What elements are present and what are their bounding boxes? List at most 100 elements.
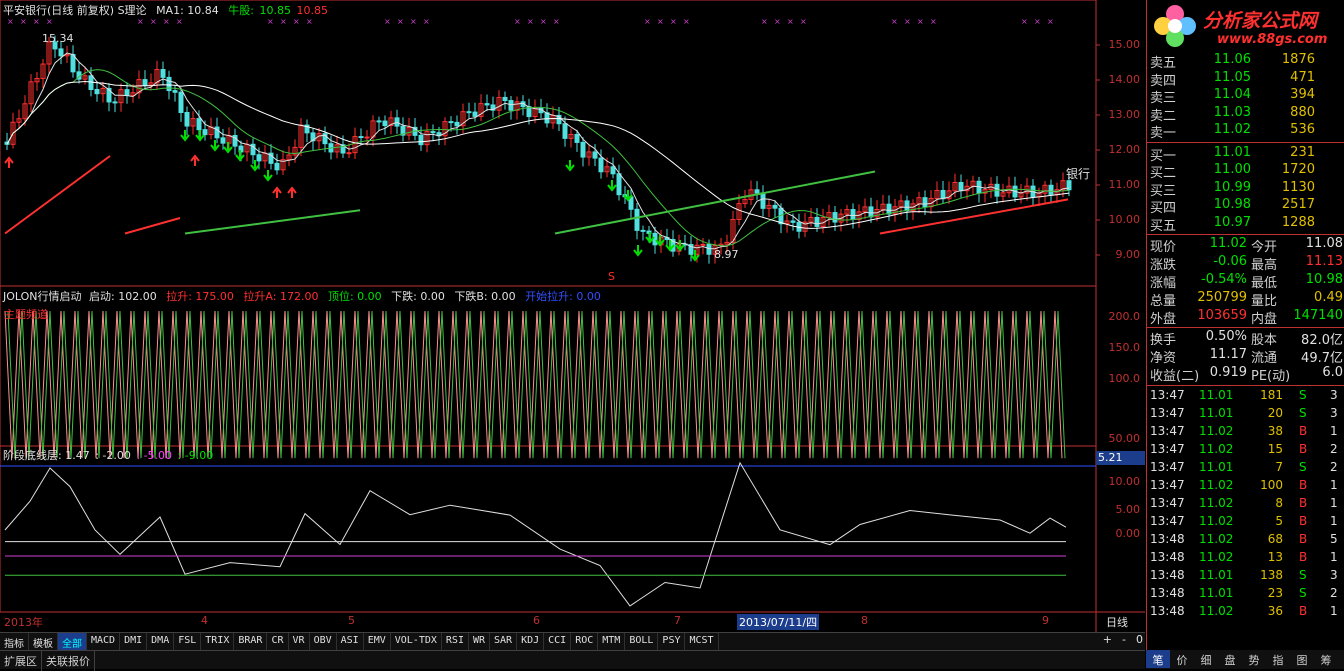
ask-level[interactable]: 卖四 11.05 471	[1147, 70, 1344, 89]
tab-wr[interactable]: WR	[469, 633, 491, 650]
candle-body	[652, 232, 658, 246]
stat-value: 103659	[1197, 308, 1247, 323]
tick-row[interactable]: 13:48 11.01 138 S 3	[1147, 568, 1344, 586]
quote-tab-0[interactable]: 笔	[1146, 650, 1170, 668]
ind2-axis-label: 10.00	[1108, 475, 1141, 488]
level-label: 卖二	[1150, 108, 1177, 124]
ind2-v2: : -2.00	[95, 449, 131, 462]
tick-row[interactable]: 13:47 11.02 8 B 1	[1147, 496, 1344, 514]
candle-body	[220, 137, 226, 144]
tick-row[interactable]: 13:48 11.02 13 B 1	[1147, 550, 1344, 568]
tab-rsi[interactable]: RSI	[442, 633, 469, 650]
quote-tab-6[interactable]: 图	[1290, 650, 1314, 668]
tab-cr[interactable]: CR	[267, 633, 289, 650]
tab-cci[interactable]: CCI	[544, 633, 572, 650]
stat-row: 收益(二) 0.919 PE(动) 6.0	[1147, 365, 1344, 384]
tab-all[interactable]: 全部	[58, 633, 87, 650]
ask-level[interactable]: 卖二 11.03 880	[1147, 105, 1344, 124]
level-volume: 1130	[1281, 179, 1315, 195]
ask-level[interactable]: 卖五 11.06 1876	[1147, 52, 1344, 71]
period-label[interactable]: 日线	[1106, 614, 1128, 630]
candle-body	[142, 79, 148, 86]
tick-row[interactable]: 13:47 11.02 38 B 1	[1147, 424, 1344, 442]
ask-level[interactable]: 卖三 11.04 394	[1147, 87, 1344, 106]
quote-tab-7[interactable]: 筹	[1314, 650, 1338, 668]
ind2-values: 阶段底线层: 1.47	[3, 449, 90, 462]
tab-vr[interactable]: VR	[289, 633, 310, 650]
stat-label: 总量	[1150, 294, 1177, 309]
zoom-reset-button[interactable]: 0	[1136, 633, 1143, 646]
price-axis-label: 9.00	[1115, 248, 1141, 261]
tab-emv[interactable]: EMV	[364, 633, 391, 650]
tab-psy[interactable]: PSY	[658, 633, 686, 650]
zoom-in-button[interactable]: +	[1103, 633, 1112, 646]
down-arrow-icon	[250, 160, 260, 172]
bid-level[interactable]: 买五 10.97 1288	[1147, 215, 1344, 234]
tick-row[interactable]: 13:47 11.02 15 B 2	[1147, 442, 1344, 460]
kline-chart[interactable]: × × × × × × × × × × × × × × × × × × × × × × × × × × × × × × × × × × ×	[0, 0, 1145, 632]
tab-brar[interactable]: BRAR	[234, 633, 268, 650]
related-quote-button[interactable]: 关联报价	[42, 651, 95, 671]
chart-area[interactable]: × × × × × × × × × × × × × × × × × × × × × × × × × × × × × × × × × × × 平安银行…	[0, 0, 1145, 632]
bid-level[interactable]: 买一 11.01 231	[1147, 145, 1344, 164]
bid-level[interactable]: 买二 11.00 1720	[1147, 162, 1344, 181]
candle-body	[382, 120, 388, 127]
tick-price: 11.01	[1199, 568, 1234, 582]
tab-template[interactable]: 模板	[29, 633, 58, 650]
tab-asi[interactable]: ASI	[337, 633, 364, 650]
bid-level[interactable]: 买三 10.99 1130	[1147, 179, 1344, 199]
tick-count: 1	[1330, 514, 1338, 528]
tab-mcst[interactable]: MCST	[685, 633, 719, 650]
candle-body	[700, 243, 706, 246]
tab-dmi[interactable]: DMI	[120, 633, 148, 650]
cursor-date: 2013/07/11/四	[737, 614, 820, 630]
tick-row[interactable]: 13:47 11.01 181 S 3	[1147, 388, 1344, 406]
tab-kdj[interactable]: KDJ	[517, 633, 545, 650]
tab-boll[interactable]: BOLL	[625, 633, 659, 650]
bid-level[interactable]: 买四 10.98 2517	[1147, 197, 1344, 216]
ask-level[interactable]: 卖一 11.02 536	[1147, 122, 1344, 141]
quote-tab-2[interactable]: 细	[1194, 650, 1218, 668]
tick-side: S	[1299, 388, 1307, 402]
logo: 分析家公式网 www.88gs.com	[1147, 0, 1344, 52]
tab-vol-tdx[interactable]: VOL-TDX	[391, 633, 442, 650]
extension-area-button[interactable]: 扩展区	[0, 651, 42, 671]
tab-dma[interactable]: DMA	[147, 633, 175, 650]
tick-row[interactable]: 13:48 11.02 36 B 1	[1147, 604, 1344, 622]
tick-time: 13:48	[1150, 550, 1185, 564]
tab-mtm[interactable]: MTM	[598, 633, 626, 650]
logo-title: 分析家公式网	[1203, 10, 1318, 32]
tab-roc[interactable]: ROC	[571, 633, 599, 650]
tab-sar[interactable]: SAR	[490, 633, 518, 650]
price-axis-label: 13.00	[1108, 108, 1141, 121]
tick-time: 13:48	[1150, 532, 1185, 546]
quote-tab-3[interactable]: 盘	[1218, 650, 1242, 668]
bull-value-1: 10.85	[259, 4, 292, 17]
ind1-lashen: 拉升: 175.00	[166, 290, 234, 303]
indicator1-header: JOLON行情启动 启动: 102.00 拉升: 175.00 拉升A: 172…	[3, 288, 607, 304]
tick-row[interactable]: 13:47 11.01 7 S 2	[1147, 460, 1344, 478]
tab-macd[interactable]: MACD	[87, 633, 121, 650]
zoom-out-button[interactable]: -	[1122, 633, 1126, 646]
quote-tab-1[interactable]: 价	[1170, 650, 1194, 668]
candle-body	[160, 69, 166, 78]
candle-body	[346, 152, 352, 155]
tick-volume: 13	[1267, 550, 1283, 564]
high-annotation: 15.34	[42, 32, 74, 45]
tick-time: 13:47	[1150, 478, 1185, 492]
tab-obv[interactable]: OBV	[310, 633, 337, 650]
tab-trix[interactable]: TRIX	[201, 633, 235, 650]
tick-time: 13:47	[1150, 460, 1185, 474]
tick-row[interactable]: 13:47 11.02 5 B 1	[1147, 514, 1344, 532]
tick-row[interactable]: 13:48 11.02 68 B 5	[1147, 532, 1344, 550]
tick-row[interactable]: 13:47 11.02 100 B 1	[1147, 478, 1344, 496]
tick-side: B	[1299, 604, 1308, 618]
quote-tab-4[interactable]: 势	[1242, 650, 1266, 668]
tick-time: 13:47	[1150, 406, 1185, 420]
ind1-qidong: 启动: 102.00	[89, 290, 157, 303]
tick-row[interactable]: 13:48 11.01 23 S 2	[1147, 586, 1344, 604]
tick-row[interactable]: 13:47 11.01 20 S 3	[1147, 406, 1344, 424]
tab-fsl[interactable]: FSL	[174, 633, 202, 650]
tab-indicator[interactable]: 指标	[0, 633, 29, 650]
quote-tab-5[interactable]: 指	[1266, 650, 1290, 668]
